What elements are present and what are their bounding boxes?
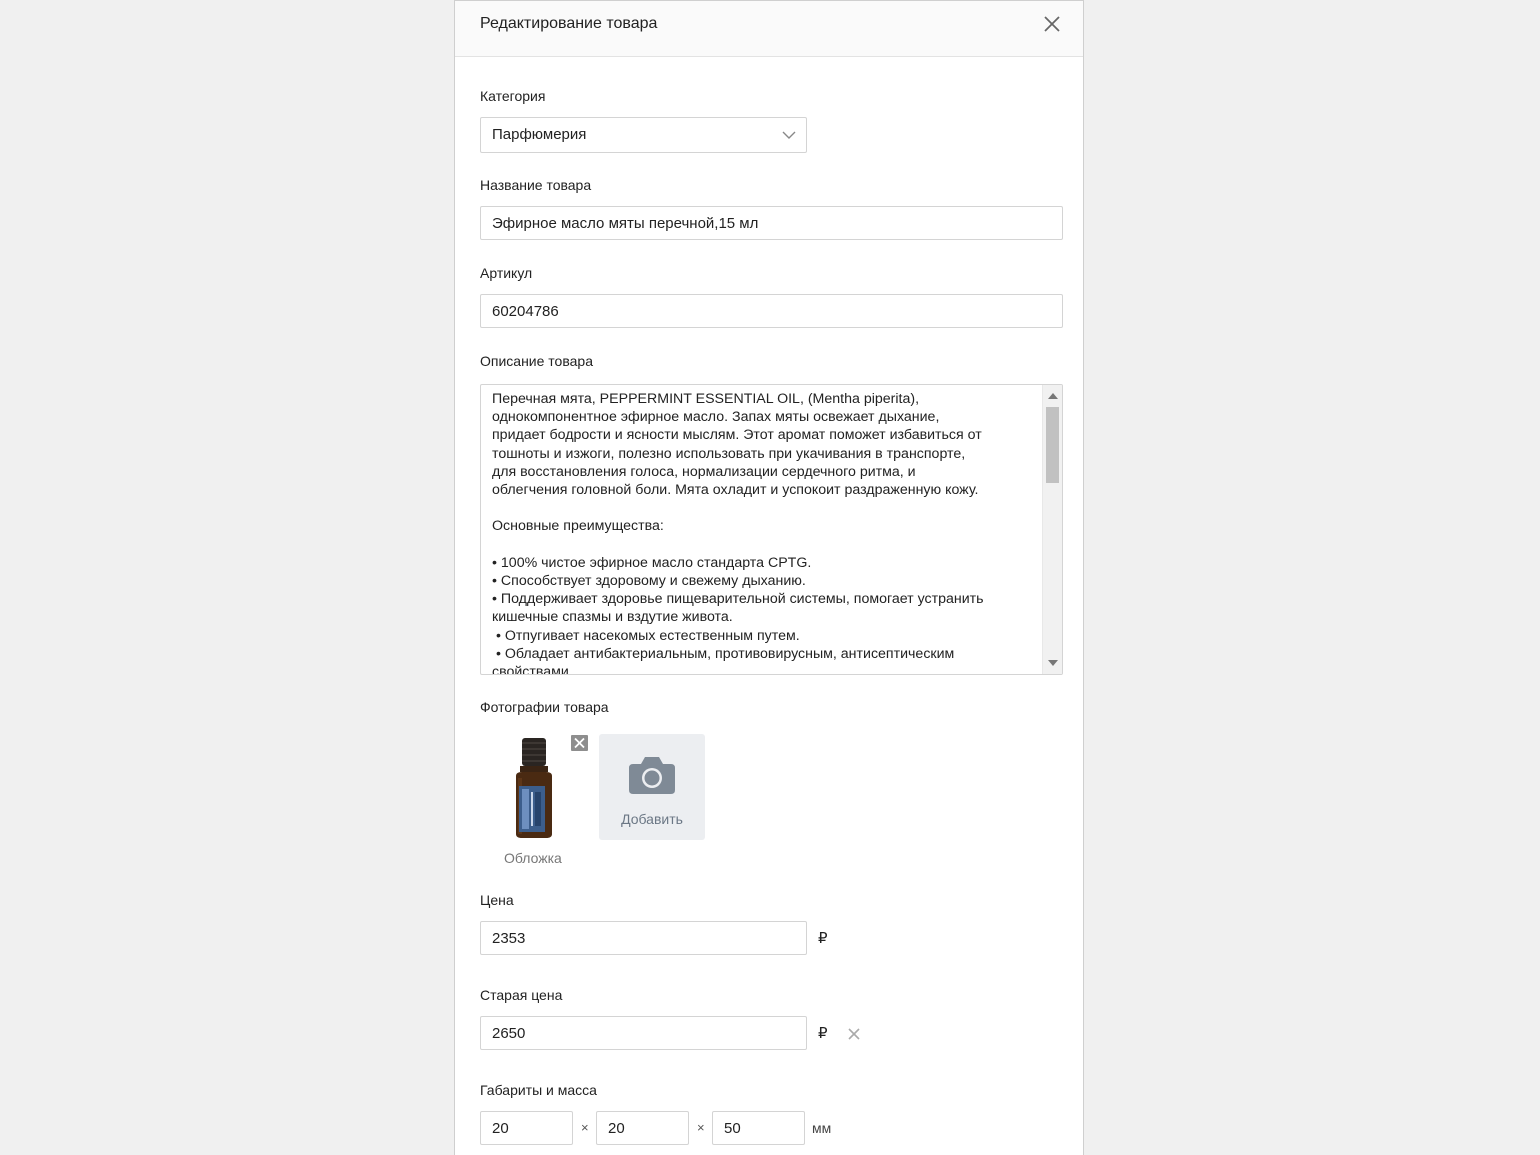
- scroll-up-arrow-icon[interactable]: [1048, 393, 1058, 399]
- dimension-separator: ×: [697, 1120, 705, 1135]
- old-price-input[interactable]: [480, 1016, 807, 1050]
- add-photo-button[interactable]: Добавить: [599, 734, 705, 840]
- length-input[interactable]: [480, 1111, 573, 1145]
- camera-icon: [629, 757, 675, 794]
- old-price-label: Старая цена: [480, 987, 563, 1003]
- height-input[interactable]: [712, 1111, 805, 1145]
- description-text: Перечная мята, PEPPERMINT ESSENTIAL OIL,…: [492, 391, 984, 675]
- price-input[interactable]: [480, 921, 807, 955]
- photos-label: Фотографии товара: [480, 699, 609, 715]
- dimensions-unit: мм: [812, 1120, 832, 1136]
- price-currency: ₽: [818, 930, 828, 947]
- article-input[interactable]: [480, 294, 1063, 328]
- scroll-thumb[interactable]: [1046, 407, 1059, 483]
- width-input[interactable]: [596, 1111, 689, 1145]
- description-textarea[interactable]: Перечная мята, PEPPERMINT ESSENTIAL OIL,…: [480, 384, 1063, 675]
- modal-title: Редактирование товара: [480, 15, 658, 32]
- scroll-down-arrow-icon[interactable]: [1048, 660, 1058, 666]
- product-photo-bottle[interactable]: [500, 734, 570, 842]
- dimension-separator: ×: [581, 1120, 589, 1135]
- dimensions-label: Габариты и масса: [480, 1082, 597, 1098]
- price-label: Цена: [480, 892, 514, 908]
- clear-old-price-icon[interactable]: [847, 1027, 861, 1041]
- product-name-label: Название товара: [480, 177, 592, 193]
- close-icon[interactable]: [1041, 13, 1063, 35]
- old-price-currency: ₽: [818, 1025, 828, 1042]
- description-label: Описание товара: [480, 353, 593, 369]
- edit-product-modal: Редактирование товара Категория Парфюмер…: [454, 0, 1084, 1155]
- description-scrollbar[interactable]: [1042, 385, 1062, 674]
- category-select[interactable]: Парфюмерия: [480, 117, 807, 153]
- add-photo-label: Добавить: [621, 811, 683, 827]
- modal-header: Редактирование товара: [455, 1, 1083, 57]
- remove-photo-icon[interactable]: [571, 735, 588, 751]
- article-label: Артикул: [480, 265, 533, 281]
- category-label: Категория: [480, 88, 546, 104]
- product-name-input[interactable]: [480, 206, 1063, 240]
- cover-caption: Обложка: [504, 850, 562, 866]
- category-selected-value: Парфюмерия: [492, 126, 587, 143]
- chevron-down-icon: [782, 131, 796, 139]
